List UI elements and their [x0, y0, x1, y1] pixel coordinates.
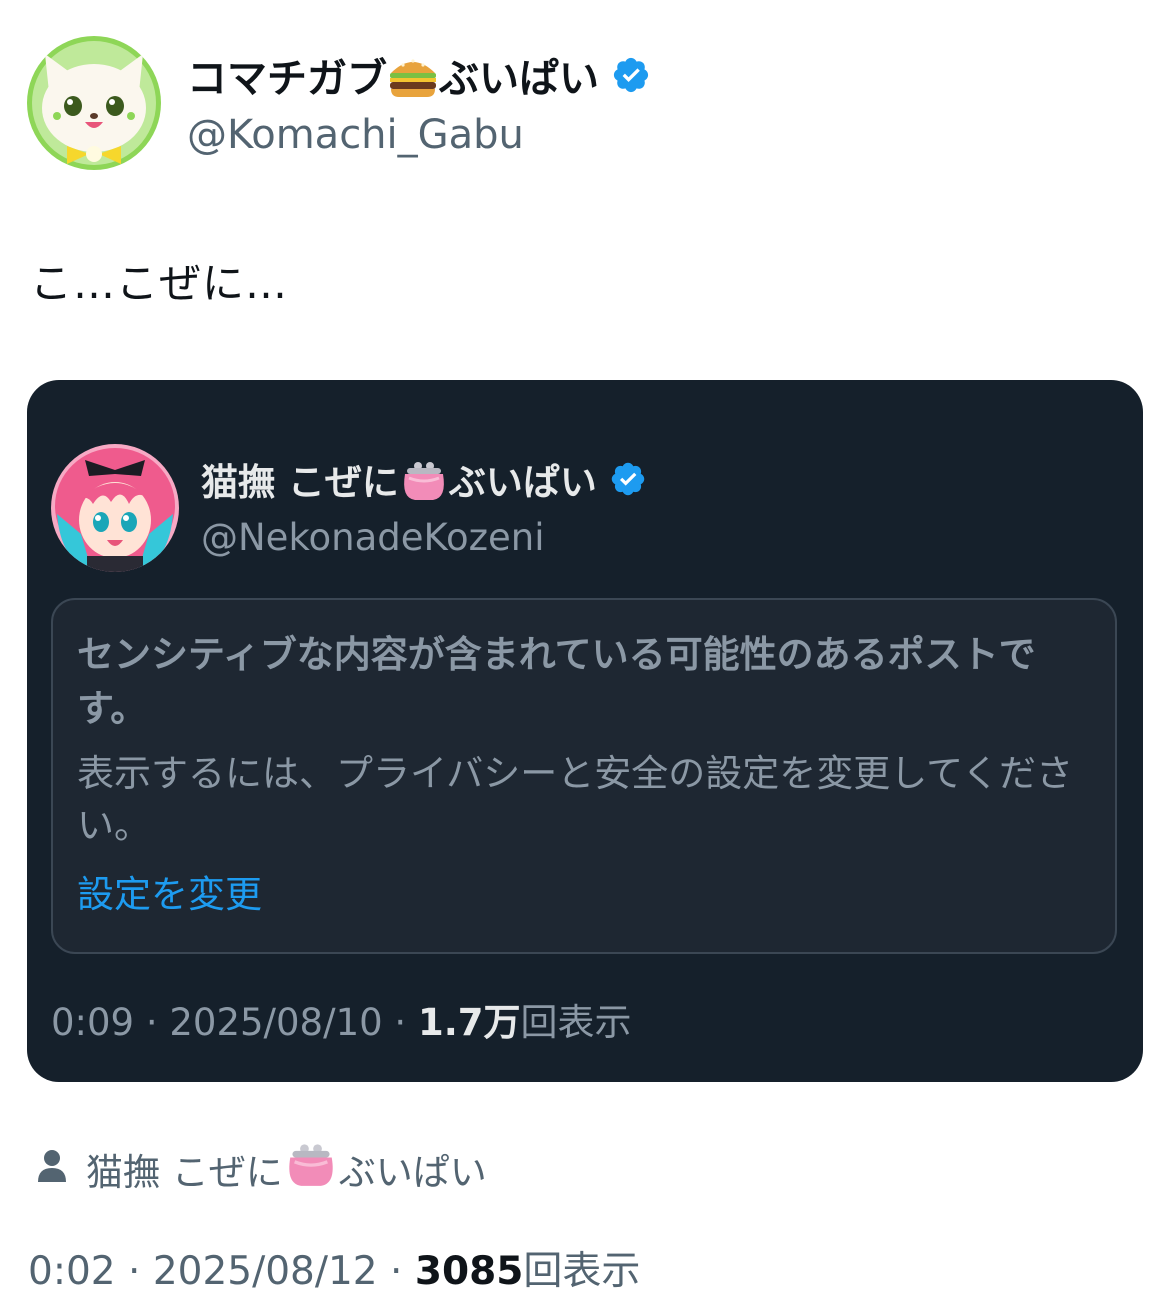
meta-separator: ·: [128, 1249, 141, 1294]
quoted-author-display-name[interactable]: 猫撫 こぜに ぶいぱい: [201, 452, 597, 511]
post-meta: 0:02 · 2025/08/12 · 3085回表示: [28, 1240, 640, 1296]
post-views-count: 3085: [414, 1249, 524, 1294]
quoted-author-name-row[interactable]: 猫撫 こぜに ぶいぱい: [201, 456, 647, 506]
author-avatar[interactable]: [27, 36, 161, 170]
post-text: こ…こぜに…: [30, 259, 289, 308]
quoted-post-card[interactable]: 猫撫 こぜに ぶいぱい @NekonadeKozeni センシティブな内容が含ま…: [27, 380, 1143, 1082]
meta-separator: ·: [390, 1249, 403, 1294]
change-settings-link[interactable]: 設定を変更: [77, 864, 262, 918]
quoted-author-avatar[interactable]: [51, 444, 179, 572]
verified-badge-icon: [611, 55, 651, 99]
hamburger-emoji: [387, 53, 439, 109]
sensitive-content-notice: センシティブな内容が含まれている可能性のあるポストです。 表示するには、プライバ…: [51, 598, 1117, 954]
quoted-author-name-part-2: ぶいぱい: [448, 460, 597, 504]
reposted-by[interactable]: 猫撫 こぜに ぶいぱい: [36, 1140, 487, 1197]
author-name-row[interactable]: コマチガブ ぶいぱい: [187, 50, 651, 104]
quoted-post-meta: 0:09 · 2025/08/10 · 1.7万回表示: [51, 992, 632, 1046]
author-name-part-1: コマチガブ: [187, 55, 387, 102]
post-views-label: 回表示: [523, 1249, 641, 1294]
reposter-name-part-2: ぶいぱい: [338, 1150, 487, 1194]
post-author[interactable]: コマチガブ ぶいぱい @Komachi_Gabu: [27, 36, 651, 170]
person-icon: [36, 1149, 68, 1192]
meta-separator: ·: [394, 1001, 407, 1044]
quoted-post-author[interactable]: 猫撫 こぜに ぶいぱい @NekonadeKozeni: [51, 444, 647, 572]
sensitive-notice-title: センシティブな内容が含まれている可能性のあるポストです。: [77, 633, 1036, 730]
quoted-verified-badge-icon: [609, 460, 647, 502]
quoted-post-time[interactable]: 0:09: [51, 1001, 134, 1044]
quoted-post-views-count: 1.7万: [417, 1001, 521, 1044]
quoted-post-date[interactable]: 2025/08/10: [169, 1001, 382, 1044]
quoted-post-views-label: 回表示: [520, 1001, 632, 1044]
purse-emoji: [283, 1140, 339, 1197]
purse-emoji: [399, 458, 449, 511]
reposter-name-part-1: 猫撫 こぜに: [86, 1150, 283, 1194]
meta-separator: ·: [145, 1001, 158, 1044]
author-display-name[interactable]: コマチガブ ぶいぱい: [187, 46, 599, 109]
post-time[interactable]: 0:02: [28, 1249, 116, 1294]
quoted-author-name-part-1: 猫撫 こぜに: [201, 460, 399, 504]
author-name-part-2: ぶいぱい: [439, 55, 599, 102]
quoted-author-handle[interactable]: @NekonadeKozeni: [201, 516, 647, 559]
sensitive-notice-body: 表示するには、プライバシーと安全の設定を変更してください。: [77, 752, 1074, 847]
post-date[interactable]: 2025/08/12: [153, 1249, 378, 1294]
author-handle[interactable]: @Komachi_Gabu: [187, 112, 651, 158]
